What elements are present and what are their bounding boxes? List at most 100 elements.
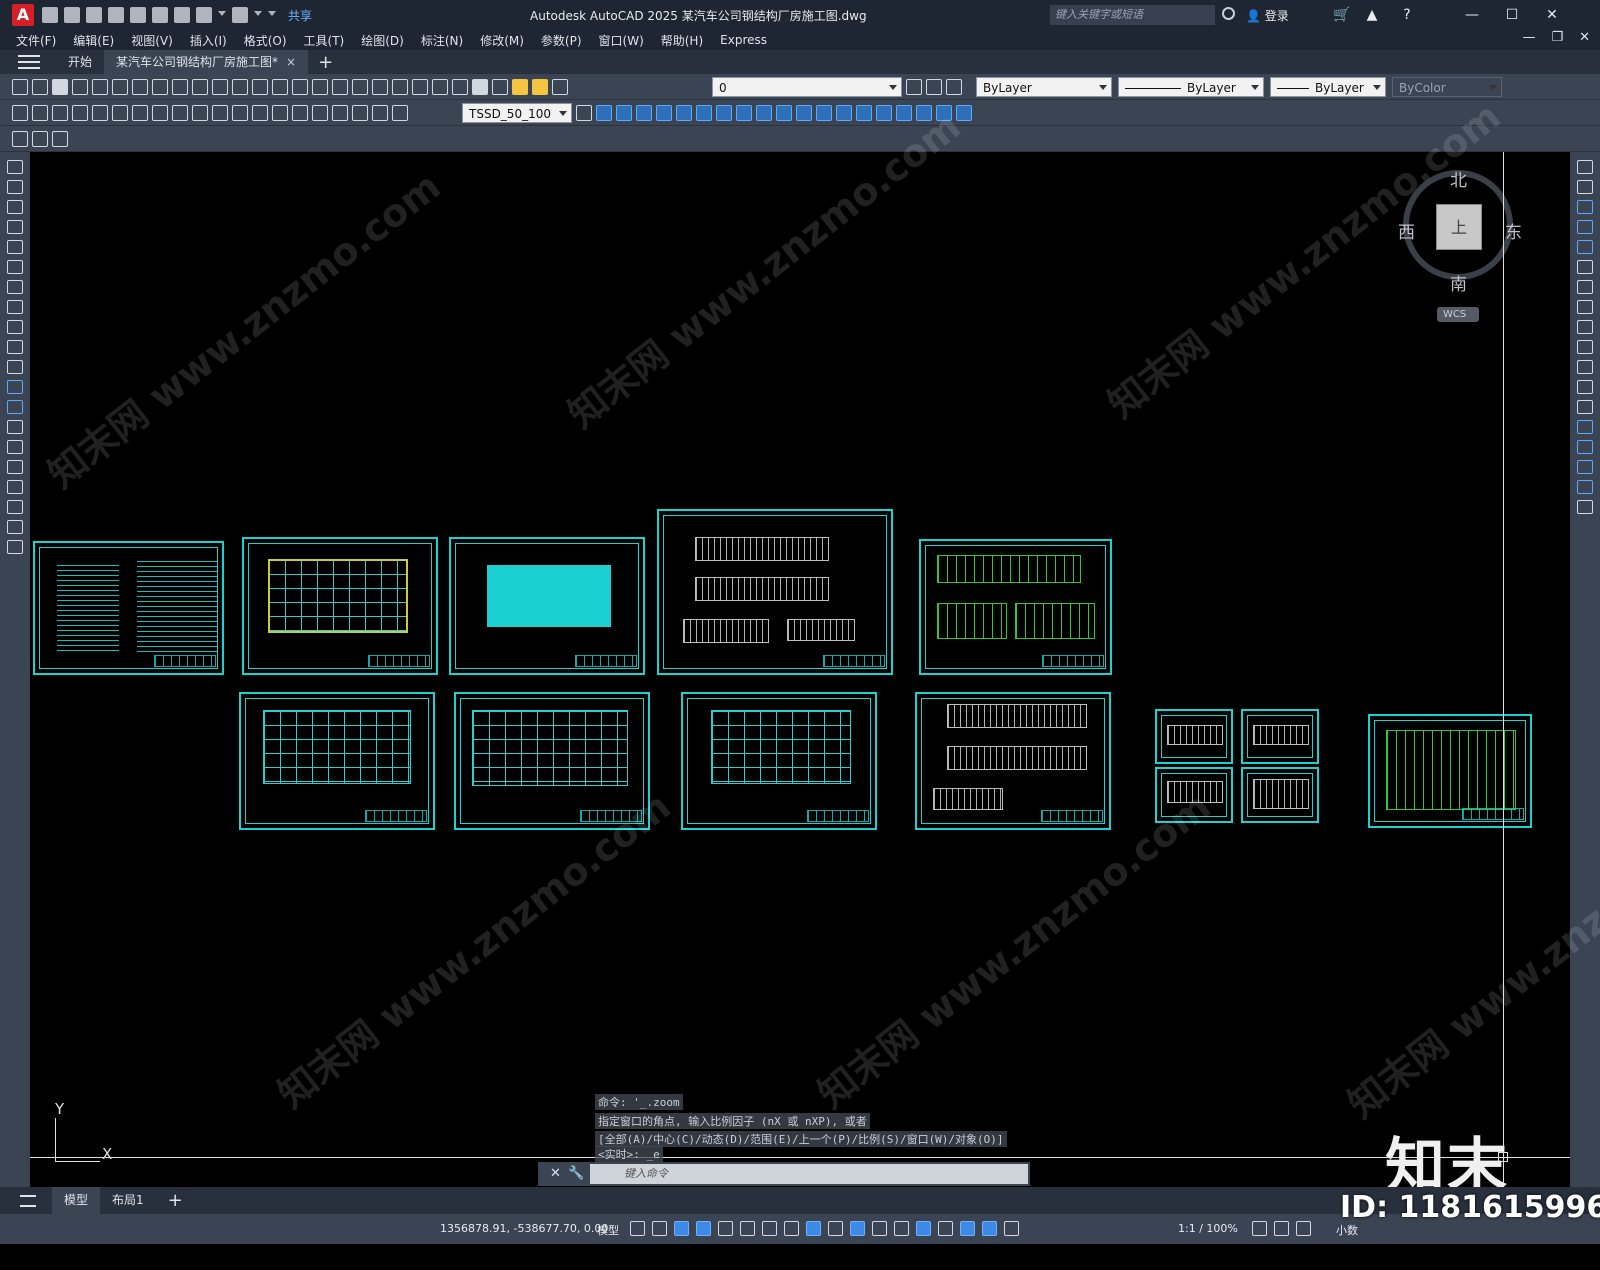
sheet-detail-3[interactable] [1155,767,1233,823]
compass-west[interactable]: 西 [1398,218,1415,243]
dim-text-edit-icon[interactable] [372,105,388,121]
publish-icon[interactable] [112,79,128,95]
close-window-button[interactable]: ✕ [1540,4,1564,26]
layout-list-icon[interactable] [20,1194,36,1207]
menu-help[interactable]: 帮助(H) [661,32,703,49]
arc-length-icon[interactable] [52,105,68,121]
properties-icon[interactable] [352,79,368,95]
sheet-roof-plan[interactable] [681,692,877,830]
publish-icon[interactable] [130,7,146,23]
dwf-icon[interactable] [132,79,148,95]
undo-icon[interactable] [232,79,248,95]
region-icon[interactable] [7,480,23,494]
new-file-icon[interactable] [42,7,58,23]
break-at-point-icon[interactable] [1577,380,1593,394]
make-block-icon[interactable] [7,400,23,414]
copy-object-icon[interactable] [1577,180,1593,194]
plot-icon[interactable] [152,7,168,23]
sheet-foundation-plan[interactable] [242,537,438,675]
chevron-down-icon[interactable] [254,11,262,19]
zoom-window-icon[interactable] [312,79,328,95]
selection-cycling-icon[interactable] [872,1221,887,1236]
wrench-icon[interactable]: 🔧 [568,1166,584,1181]
hatch-icon[interactable] [7,440,23,454]
polygon-icon[interactable] [7,220,23,234]
dim-edit-icon[interactable] [352,105,368,121]
tolerance-icon[interactable] [272,105,288,121]
dim-update-icon[interactable] [392,105,408,121]
sheet-detail-4[interactable] [1241,767,1319,823]
tssd-tool-3-icon[interactable] [52,131,68,147]
calculator-icon[interactable] [452,79,468,95]
rotate-icon[interactable] [1577,280,1593,294]
save-icon[interactable] [86,7,102,23]
units-icon[interactable] [1296,1221,1311,1236]
lineweight-icon[interactable] [828,1221,843,1236]
iso-ne-icon[interactable] [776,105,792,121]
viewcube-face[interactable]: 上 [1436,204,1482,250]
ucs-object-icon[interactable] [876,105,892,121]
mtext-icon[interactable] [7,520,23,534]
menu-format[interactable]: 格式(O) [244,32,287,49]
table-icon[interactable] [7,500,23,514]
menu-window[interactable]: 窗口(W) [599,32,644,49]
dim-space-icon[interactable] [232,105,248,121]
grid-icon[interactable] [630,1221,645,1236]
compass-east[interactable]: 东 [1505,218,1522,243]
radius-icon[interactable] [92,105,108,121]
model-space-button[interactable]: 模型 [597,1222,619,1238]
menu-insert[interactable]: 插入(I) [190,32,227,49]
gradient-icon[interactable] [7,460,23,474]
ucs-face-icon[interactable] [896,105,912,121]
color-dropdown[interactable]: ByLayer [976,77,1112,97]
blend-icon[interactable] [1577,480,1593,494]
snap-icon[interactable] [652,1221,667,1236]
workspace-gear-icon[interactable] [1252,1221,1267,1236]
a360-icon[interactable]: ▲ [1360,4,1384,26]
match-properties-icon[interactable] [212,79,228,95]
compass-south[interactable]: 南 [1450,270,1467,295]
infer-constraints-icon[interactable] [674,1221,689,1236]
print-icon[interactable] [174,7,190,23]
open-icon[interactable] [32,79,48,95]
ellipse-arc-icon[interactable] [7,360,23,374]
center-mark-icon[interactable] [292,105,308,121]
tab-layout1[interactable]: 布局1 [100,1187,156,1214]
linetype-dropdown[interactable]: ByLayer [1118,77,1264,97]
dim-style-icon[interactable] [576,105,592,121]
menu-draw[interactable]: 绘图(D) [361,32,404,49]
menu-view[interactable]: 视图(V) [131,32,173,49]
layer-on-icon[interactable] [512,79,528,95]
open-file-icon[interactable] [64,7,80,23]
tab-model[interactable]: 模型 [52,1187,101,1214]
quick-dim-icon[interactable] [172,105,188,121]
maximize-button[interactable]: ☐ [1500,4,1524,26]
angular-icon[interactable] [152,105,168,121]
dimstyle-dropdown[interactable]: TSSD_50_100 [462,103,572,123]
close-icon[interactable]: × [286,55,296,69]
line-icon[interactable] [7,160,23,174]
sheet-frame-elevations[interactable] [915,692,1111,830]
zoom-previous-icon[interactable] [332,79,348,95]
linear-dim-icon[interactable] [12,105,28,121]
add-layout-button[interactable]: + [156,1187,195,1214]
lineweight-dropdown[interactable]: ByLayer [1270,77,1386,97]
iso-nw-icon[interactable] [796,105,812,121]
dynamic-input-icon[interactable] [696,1221,711,1236]
jogged-icon[interactable] [112,105,128,121]
paste-icon[interactable] [192,79,208,95]
mirror-icon[interactable] [1577,200,1593,214]
menu-parametric[interactable]: 参数(P) [541,32,582,49]
layer-previous-icon[interactable] [926,79,942,95]
cut-icon[interactable] [152,79,168,95]
zoom-realtime-icon[interactable] [292,79,308,95]
arc-icon[interactable] [7,260,23,274]
customize-qat-icon[interactable] [268,11,276,19]
spline-icon[interactable] [7,320,23,334]
sheet-anchor-plan[interactable] [239,692,435,830]
menu-file[interactable]: 文件(F) [16,32,56,49]
explode-icon[interactable] [1577,500,1593,514]
qnew-icon[interactable] [12,79,28,95]
baseline-icon[interactable] [192,105,208,121]
sheet-detail-2[interactable] [1241,709,1319,764]
